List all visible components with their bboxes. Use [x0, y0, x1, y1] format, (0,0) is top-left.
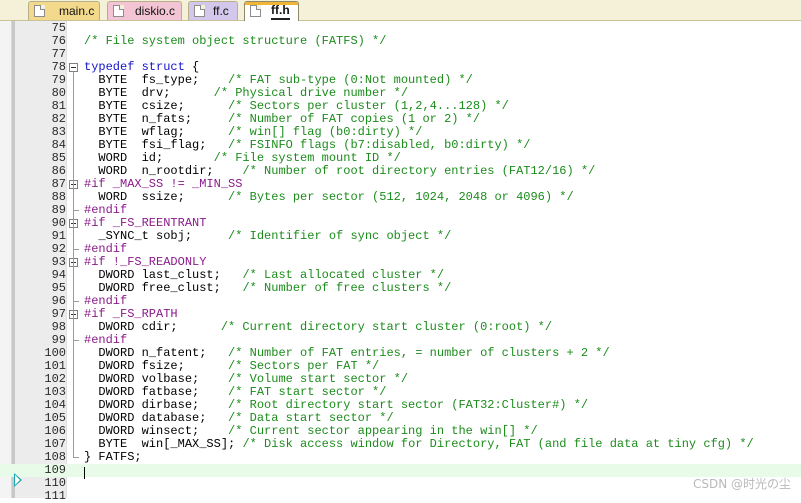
tab-diskio-c[interactable]: diskio.c [107, 1, 182, 20]
code-preprocessor: #endif [84, 333, 128, 347]
file-tab-bar: main.c diskio.c ff.c ff.h [0, 0, 801, 21]
code-preprocessor: #if _MAX_SS != _MIN_SS [84, 177, 243, 191]
code-comment: /* Sectors per cluster (1,2,4...128) */ [228, 99, 509, 113]
watermark: CSDN @时光の尘 [692, 477, 791, 491]
code-token: DWORD fsize; [84, 359, 229, 373]
code-editor[interactable]: 75 76/* File system object structure (FAT… [0, 21, 801, 503]
code-comment: /* Identifier of sync object */ [228, 229, 452, 243]
code-token: BYTE csize; [84, 99, 229, 113]
code-comment: /* Volume start sector */ [228, 372, 409, 386]
code-comment: /* FSINFO flags (b7:disabled, b0:dirty) … [228, 138, 531, 152]
code-token: WORD ssize; [84, 190, 229, 204]
code-token: _SYNC_t sobj; [84, 229, 229, 243]
h-file-icon [250, 5, 261, 17]
code-line[interactable]: 110 [0, 477, 801, 490]
tab-label: ff.c [213, 4, 229, 18]
code-token: DWORD free_clust; [84, 281, 243, 295]
fold-toggle-icon[interactable] [69, 63, 78, 72]
text-cursor [84, 467, 85, 479]
code-token: DWORD fatbase; [84, 385, 229, 399]
code-token: DWORD n_fatent; [84, 346, 229, 360]
code-comment: /* win[] flag (b0:dirty) */ [228, 125, 423, 139]
execution-arrow-icon [14, 473, 22, 487]
code-comment: /* File system mount ID */ [213, 151, 401, 165]
code-line[interactable]: 76/* File system object structure (FATFS… [0, 35, 801, 48]
tab-ff-c[interactable]: ff.c [188, 1, 238, 20]
code-comment: /* Bytes per sector (512, 1024, 2048 or … [228, 190, 574, 204]
code-comment: /* File system object structure (FATFS) … [84, 34, 387, 48]
code-comment: /* FAT start sector */ [228, 385, 387, 399]
c-file-icon [34, 5, 45, 17]
code-token: DWORD database; [84, 411, 229, 425]
code-token: DWORD dirbase; [84, 398, 229, 412]
code-text: } FATFS; [84, 451, 142, 464]
code-text: DWORD free_clust; /* Number of free clus… [84, 282, 451, 295]
code-comment: /* Data start sector */ [228, 411, 394, 425]
code-token: DWORD volbase; [84, 372, 229, 386]
code-preprocessor: #if !_FS_READONLY [84, 255, 207, 269]
code-comment: /* Sectors per FAT */ [228, 359, 380, 373]
code-text: BYTE win[_MAX_SS]; /* Disk access window… [84, 437, 754, 451]
code-keyword: typedef struct [84, 60, 185, 74]
code-token: WORD n_rootdir; [84, 164, 243, 178]
code-token: BYTE wflag; [84, 125, 229, 139]
code-line[interactable]: 109 [0, 464, 801, 477]
code-text: WORD ssize; /* Bytes per sector (512, 10… [84, 190, 574, 204]
code-token: { [184, 60, 200, 74]
code-comment: /* Current directory start cluster (0:ro… [220, 320, 553, 334]
tab-label: ff.h [271, 3, 290, 20]
code-preprocessor: #if _FS_RPATH [84, 307, 178, 321]
code-token: WORD id; [84, 151, 214, 165]
code-comment: /* Number of FAT copies (1 or 2) */ [228, 112, 481, 126]
code-comment: /* FAT sub-type (0:Not mounted) */ [228, 73, 473, 87]
code-token: BYTE n_fats; [84, 112, 229, 126]
code-comment: /* Number of root directory entries (FAT… [242, 164, 596, 178]
code-token: DWORD winsect; [84, 424, 229, 438]
fold-guide [73, 72, 74, 458]
code-comment: /* Last allocated cluster */ [242, 268, 445, 282]
code-preprocessor: #endif [84, 203, 128, 217]
code-comment: /* Physical drive number */ [213, 86, 409, 100]
tab-ff-h[interactable]: ff.h [244, 1, 299, 21]
tab-main-c[interactable]: main.c [28, 1, 100, 20]
code-token: BYTE fs_type; [84, 73, 229, 87]
code-token: BYTE win[_MAX_SS]; [84, 437, 243, 451]
code-text: /* File system object structure (FATFS) … [84, 35, 386, 48]
c-file-icon [113, 5, 124, 17]
code-text: _SYNC_t sobj; /* Identifier of sync obje… [84, 230, 451, 243]
code-token: BYTE drv; [84, 86, 214, 100]
code-line[interactable]: 108} FATFS; [0, 451, 801, 464]
code-token: } FATFS; [84, 450, 142, 464]
code-comment: /* Current sector appearing in the win[]… [228, 424, 538, 438]
code-preprocessor: #endif [84, 294, 128, 308]
code-comment: /* Disk access window for Directory, FAT… [242, 437, 754, 451]
code-comment: /* Root directory start sector (FAT32:Cl… [228, 398, 589, 412]
line-number: 111 [44, 489, 66, 503]
code-comment: /* Number of FAT entries, = number of cl… [228, 346, 610, 360]
code-preprocessor: #if _FS_REENTRANT [84, 216, 207, 230]
code-token: DWORD cdir; [84, 320, 221, 334]
code-text: DWORD cdir; /* Current directory start c… [84, 321, 552, 334]
c-file-icon [194, 5, 205, 17]
tab-label: main.c [59, 4, 95, 18]
code-token: BYTE fsi_flag; [84, 138, 229, 152]
code-preprocessor: #endif [84, 242, 128, 256]
tab-label: diskio.c [135, 4, 176, 18]
code-token: DWORD last_clust; [84, 268, 243, 282]
code-comment: /* Number of free clusters */ [242, 281, 452, 295]
code-line[interactable]: 111 [0, 490, 801, 503]
